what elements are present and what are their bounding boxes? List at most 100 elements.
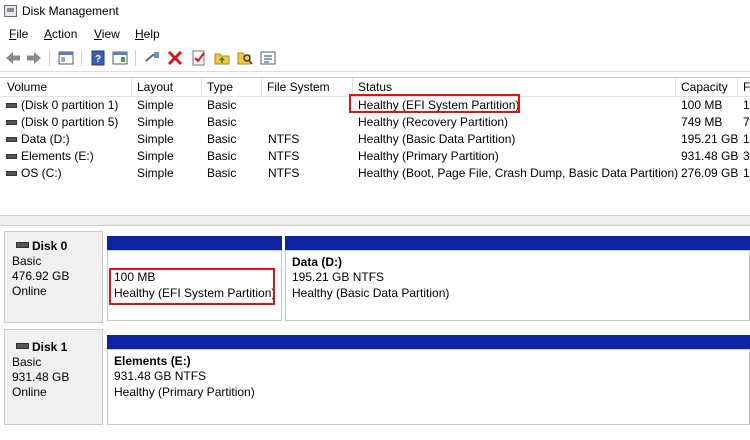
- volume-free-space: 3: [743, 149, 750, 163]
- volume-row[interactable]: Elements (E:) Simple Basic NTFS Healthy …: [0, 148, 750, 165]
- volume-file-system: NTFS: [268, 149, 300, 163]
- menu-action[interactable]: Action: [44, 27, 77, 41]
- volume-layout: Simple: [137, 132, 174, 146]
- partition-status: Healthy (Primary Partition): [114, 385, 255, 399]
- volume-layout: Simple: [137, 98, 174, 112]
- column-header-free-space[interactable]: F: [743, 80, 750, 94]
- partition-data[interactable]: Data (D:) 195.21 GB NTFS Healthy (Basic …: [285, 250, 750, 321]
- disk-type: Basic: [12, 254, 42, 268]
- volume-layout: Simple: [137, 166, 174, 180]
- volume-free-space: 7: [743, 115, 750, 129]
- disk-icon: [16, 242, 29, 248]
- volume-row[interactable]: Data (D:) Simple Basic NTFS Healthy (Bas…: [0, 131, 750, 148]
- partition-size: 195.21 GB NTFS: [292, 270, 385, 284]
- disk-1-label[interactable]: Disk 1 Basic 931.48 GB Online: [4, 329, 103, 425]
- volume-file-system: NTFS: [268, 166, 300, 180]
- volume-icon: [6, 171, 17, 176]
- volume-name: Elements (E:): [21, 149, 94, 163]
- delete-icon[interactable]: [166, 49, 184, 67]
- volume-capacity: 195.21 GB: [681, 132, 739, 146]
- column-header-type[interactable]: Type: [207, 80, 233, 94]
- volume-capacity: 931.48 GB: [681, 149, 739, 163]
- search-icon[interactable]: [236, 49, 254, 67]
- menu-help[interactable]: Help: [135, 27, 160, 41]
- column-divider[interactable]: [261, 78, 262, 96]
- disk-graphical-view: Disk 0 Basic 476.92 GB Online 100 MB Hea…: [0, 226, 750, 440]
- disk-type: Basic: [12, 355, 42, 369]
- disk-name: Disk 1: [32, 340, 68, 354]
- column-header-capacity[interactable]: Capacity: [681, 80, 728, 94]
- volume-free-space: 1: [743, 98, 750, 112]
- volume-capacity: 749 MB: [681, 115, 723, 129]
- volume-name: OS (C:): [21, 166, 62, 180]
- connect-icon[interactable]: [143, 49, 161, 67]
- svg-text:?: ?: [95, 54, 101, 65]
- title-bar: Disk Management: [0, 0, 750, 24]
- forward-arrow-icon[interactable]: [25, 49, 43, 67]
- volume-free-space: 1: [743, 132, 750, 146]
- volume-type: Basic: [207, 166, 237, 180]
- folder-icon[interactable]: [213, 49, 231, 67]
- volume-status: Healthy (Primary Partition): [358, 149, 499, 163]
- action-pane-icon[interactable]: [111, 49, 129, 67]
- partition-title: Data (D:): [292, 255, 342, 269]
- volume-name: Data (D:): [21, 132, 70, 146]
- column-divider[interactable]: [737, 78, 738, 96]
- volume-icon: [6, 137, 17, 142]
- partition-status: Healthy (Basic Data Partition): [292, 286, 450, 300]
- column-header-layout[interactable]: Layout: [137, 80, 173, 94]
- disk-name: Disk 0: [32, 239, 68, 253]
- menu-bar: File Action View Help: [0, 24, 750, 44]
- volume-type: Basic: [207, 149, 237, 163]
- column-divider[interactable]: [675, 78, 676, 96]
- window-title: Disk Management: [22, 4, 119, 18]
- highlight-efi-partition: [109, 268, 275, 305]
- volume-capacity: 276.09 GB: [681, 166, 739, 180]
- toolbar-separator: [135, 50, 136, 66]
- column-header-status[interactable]: Status: [358, 80, 392, 94]
- menu-file[interactable]: File: [9, 27, 28, 41]
- volume-status: Healthy (Recovery Partition): [358, 115, 509, 129]
- help-icon[interactable]: ?: [89, 49, 107, 67]
- volume-status: Healthy (Basic Data Partition): [358, 132, 516, 146]
- partition-header-bar: [107, 236, 282, 250]
- volume-type: Basic: [207, 115, 237, 129]
- properties-icon[interactable]: [259, 49, 277, 67]
- disk-size: 476.92 GB: [12, 269, 70, 283]
- volume-status: Healthy (Boot, Page File, Crash Dump, Ba…: [358, 166, 679, 180]
- disk-size: 931.48 GB: [12, 370, 70, 384]
- disk-state: Online: [12, 284, 47, 298]
- volume-row[interactable]: (Disk 0 partition 5) Simple Basic Health…: [0, 114, 750, 131]
- volume-layout: Simple: [137, 115, 174, 129]
- volume-file-system: NTFS: [268, 132, 300, 146]
- column-header-file-system[interactable]: File System: [267, 80, 330, 94]
- partition-size: 931.48 GB NTFS: [114, 369, 207, 383]
- toolbar: ?: [0, 45, 750, 72]
- back-arrow-icon[interactable]: [4, 49, 22, 67]
- volume-capacity: 100 MB: [681, 98, 723, 112]
- column-header-volume[interactable]: Volume: [7, 80, 47, 94]
- disk-management-app-icon: [4, 5, 17, 17]
- column-divider[interactable]: [131, 78, 132, 96]
- highlight-efi-status: [349, 94, 520, 113]
- volume-name: (Disk 0 partition 5): [21, 115, 119, 129]
- menu-view[interactable]: View: [94, 27, 120, 41]
- volume-name: (Disk 0 partition 1): [21, 98, 119, 112]
- partition-elements[interactable]: Elements (E:) 931.48 GB NTFS Healthy (Pr…: [107, 349, 750, 425]
- partition-title: Elements (E:): [114, 354, 191, 368]
- partition-header-bar: [285, 236, 750, 250]
- volume-free-space: 1: [743, 166, 750, 180]
- volume-layout: Simple: [137, 149, 174, 163]
- volume-row[interactable]: OS (C:) Simple Basic NTFS Healthy (Boot,…: [0, 165, 750, 182]
- disk-icon: [16, 343, 29, 349]
- disk-state: Online: [12, 385, 47, 399]
- volume-icon: [6, 103, 17, 108]
- volume-type: Basic: [207, 132, 237, 146]
- disk-0-label[interactable]: Disk 0 Basic 476.92 GB Online: [4, 231, 103, 323]
- volume-icon: [6, 120, 17, 125]
- column-divider[interactable]: [201, 78, 202, 96]
- toolbar-separator: [81, 50, 82, 66]
- pane-splitter[interactable]: [0, 215, 750, 226]
- properties-pane-icon[interactable]: [57, 49, 75, 67]
- checklist-icon[interactable]: [190, 49, 208, 67]
